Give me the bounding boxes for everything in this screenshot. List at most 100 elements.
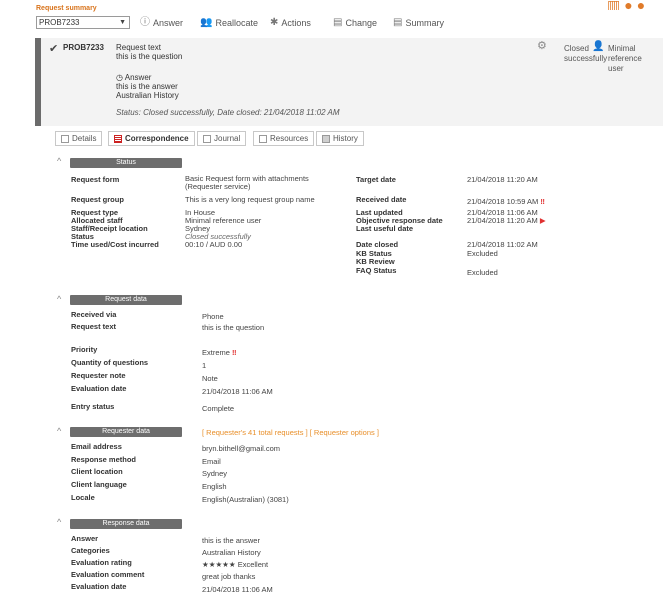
field-label: Answer bbox=[71, 534, 99, 543]
tab-correspondence[interactable]: Correspondence bbox=[108, 131, 195, 146]
actions-icon: ✱ bbox=[270, 16, 279, 28]
actions-button[interactable]: ✱ Actions bbox=[270, 16, 311, 29]
field-value: great job thanks bbox=[202, 572, 256, 581]
field-label: KB Review bbox=[356, 257, 395, 266]
field-label: Client language bbox=[71, 480, 127, 489]
field-label: Request form bbox=[71, 175, 120, 184]
request-summary-label: Request summary bbox=[36, 5, 97, 12]
user-badge: Minimal reference user bbox=[608, 44, 642, 73]
collapse-requester-data-icon[interactable]: ^ bbox=[57, 426, 61, 436]
summary-icon: ▤ bbox=[393, 16, 403, 28]
field-value: 21/04/2018 11:06 AM bbox=[202, 585, 273, 594]
change-button[interactable]: ▤ Change bbox=[333, 16, 377, 29]
field-value: 21/04/2018 11:02 AM bbox=[467, 240, 538, 249]
field-label: Client location bbox=[71, 467, 123, 476]
received-date-value: 21/04/2018 10:59 AM bbox=[467, 197, 539, 206]
requester-data-section-title: Requester data bbox=[70, 427, 182, 437]
collapse-response-data-icon[interactable]: ^ bbox=[57, 517, 61, 527]
answer-heading-label: Answer bbox=[124, 73, 152, 82]
field-value: Extreme ‼ bbox=[202, 348, 237, 357]
details-icon bbox=[61, 134, 69, 143]
collapse-request-data-icon[interactable]: ^ bbox=[57, 294, 61, 304]
collapse-status-icon[interactable]: ^ bbox=[57, 156, 61, 166]
answer-button[interactable]: ⓘ Answer bbox=[140, 16, 183, 29]
field-label: Received date bbox=[356, 195, 407, 204]
tab-history[interactable]: History bbox=[316, 131, 364, 146]
response-data-section-title: Response data bbox=[70, 519, 182, 529]
field-value: Sydney bbox=[202, 469, 228, 478]
tab-details-label: Details bbox=[72, 134, 97, 143]
request-question: this is the question bbox=[116, 52, 183, 61]
options-icon[interactable]: ● bbox=[637, 0, 645, 10]
answer-category: Australian History bbox=[116, 91, 179, 100]
gear-icon: ⚙ bbox=[537, 40, 547, 52]
field-value: Basic Request form with attachments (Req… bbox=[185, 174, 309, 191]
change-icon: ▤ bbox=[333, 16, 343, 28]
tab-history-label: History bbox=[333, 134, 358, 143]
status-line: Status: Closed successfully, Date closed… bbox=[116, 108, 340, 117]
field-value: Australian History bbox=[202, 548, 261, 557]
status-section-title: Status bbox=[70, 158, 182, 168]
field-value: Note bbox=[202, 374, 218, 383]
tab-details[interactable]: Details bbox=[55, 131, 103, 146]
info-circle-icon: ⓘ bbox=[140, 16, 150, 28]
change-button-label: Change bbox=[345, 17, 377, 28]
field-value: Phone bbox=[202, 312, 224, 321]
field-label: Received via bbox=[71, 310, 117, 319]
field-label: Email address bbox=[71, 442, 122, 451]
correspondence-icon bbox=[114, 134, 122, 143]
field-value: this is the answer bbox=[202, 536, 260, 545]
history-icon bbox=[322, 134, 330, 143]
summary-button-label: Summary bbox=[405, 17, 444, 28]
priority-warning-icon: ‼ bbox=[232, 348, 237, 357]
clock-icon: ◷ bbox=[116, 73, 123, 82]
user-icon: 👤 bbox=[592, 41, 605, 52]
priority-value: Extreme bbox=[202, 348, 230, 357]
field-label: Time used/Cost incurred bbox=[71, 240, 159, 249]
request-text-label: Request text bbox=[116, 43, 161, 52]
field-value: 21/04/2018 11:20 AM bbox=[467, 175, 538, 184]
field-value: 21/04/2018 10:59 AM ‼ bbox=[467, 197, 545, 206]
field-label: Evaluation rating bbox=[71, 558, 132, 567]
field-label: Evaluation date bbox=[71, 384, 127, 393]
tab-resources[interactable]: Resources bbox=[253, 131, 315, 146]
arrow-right-icon: ▶ bbox=[539, 216, 546, 225]
field-label: FAQ Status bbox=[356, 266, 397, 275]
field-value: English bbox=[202, 482, 227, 491]
tab-correspondence-label: Correspondence bbox=[125, 134, 189, 143]
requester-links[interactable]: [ Requester's 41 total requests ] [ Requ… bbox=[202, 428, 379, 437]
field-value: ★★★★★ Excellent bbox=[202, 560, 269, 569]
warning-icon: ‼ bbox=[540, 197, 545, 206]
field-label: Quantity of questions bbox=[71, 358, 149, 367]
field-label: Date closed bbox=[356, 240, 399, 249]
chevron-down-icon: ▼ bbox=[119, 19, 126, 26]
field-label: Entry status bbox=[71, 402, 115, 411]
tab-journal-label: Journal bbox=[214, 134, 241, 143]
journal-icon bbox=[203, 134, 211, 143]
field-label: Priority bbox=[71, 345, 98, 354]
field-value: bryn.bithell@gmail.com bbox=[202, 444, 281, 453]
field-value: Excluded bbox=[467, 249, 498, 258]
field-label: Target date bbox=[356, 175, 396, 184]
field-value: 00:10 / AUD 0.00 bbox=[185, 240, 243, 249]
request-select[interactable]: PROB7233 ▼ bbox=[36, 16, 130, 29]
answer-heading: ◷ Answer bbox=[116, 73, 151, 82]
field-label: Requester note bbox=[71, 371, 126, 380]
resources-icon bbox=[259, 134, 267, 143]
tab-resources-label: Resources bbox=[270, 134, 309, 143]
answer-text: this is the answer bbox=[116, 82, 178, 91]
reallocate-button-label: Reallocate bbox=[215, 17, 258, 28]
tab-journal[interactable]: Journal bbox=[197, 131, 247, 146]
objective-date-value: 21/04/2018 11:20 AM bbox=[467, 216, 538, 225]
users-icon: 👥 bbox=[200, 16, 213, 28]
field-value: English(Australian) (3081) bbox=[202, 495, 289, 504]
field-label: Categories bbox=[71, 546, 110, 555]
field-value: 21/04/2018 11:06 AM bbox=[202, 387, 273, 396]
reallocate-button[interactable]: 👥 Reallocate bbox=[200, 16, 258, 29]
request-select-value: PROB7233 bbox=[39, 18, 80, 27]
summary-button[interactable]: ▤ Summary bbox=[393, 16, 444, 29]
menu-icon[interactable]: ▥ bbox=[607, 0, 620, 10]
field-value: this is the question bbox=[202, 323, 265, 332]
refresh-icon[interactable]: ● bbox=[624, 0, 632, 10]
field-label: Response method bbox=[71, 455, 137, 464]
